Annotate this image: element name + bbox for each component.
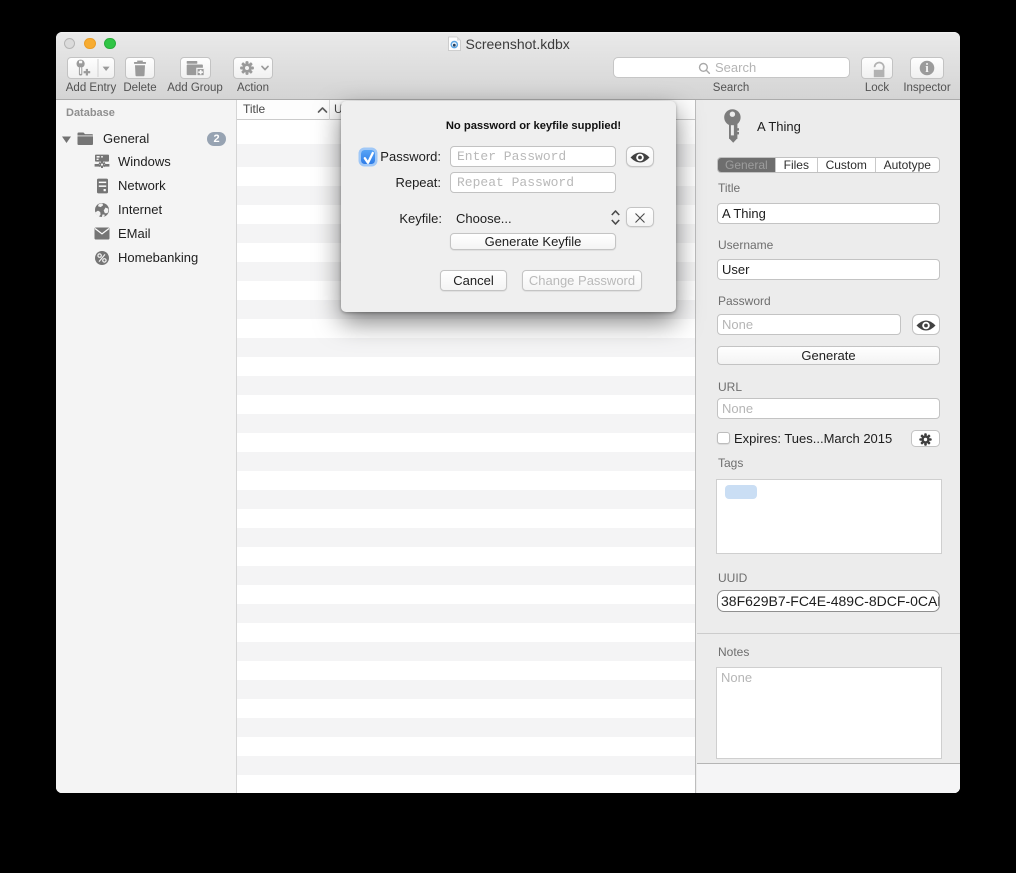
svg-text:i: i: [925, 61, 929, 75]
